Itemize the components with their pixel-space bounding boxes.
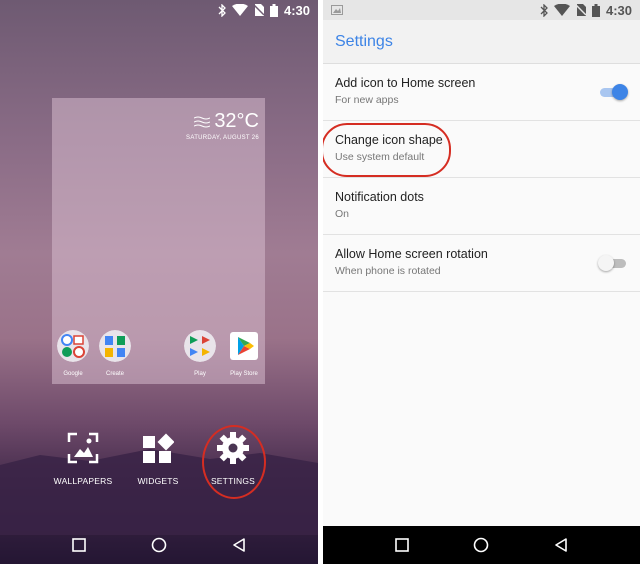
status-bar: 4:30 [0, 0, 318, 20]
setting-title: Notification dots [335, 190, 424, 204]
setting-add-icon-to-home-screen[interactable]: Add icon to Home screen For new apps [323, 64, 640, 121]
image-notification-icon [331, 5, 343, 15]
change-icon-shape-highlight-ring [323, 123, 451, 177]
app-play-folder[interactable]: Play [180, 330, 220, 377]
status-bar: 4:30 [323, 0, 640, 20]
app-bar: Settings [323, 20, 640, 64]
weather-date: SATURDAY, AUGUST 26 [186, 135, 259, 141]
recents-icon[interactable] [72, 538, 87, 552]
app-play-store[interactable]: Play Store [224, 330, 264, 377]
bluetooth-icon [540, 3, 548, 17]
widgets-label: WIDGETS [137, 476, 179, 486]
bluetooth-icon [218, 3, 226, 17]
no-sim-icon [575, 4, 586, 16]
status-time: 4:30 [283, 2, 310, 18]
wifi-icon [231, 4, 248, 16]
settings-list: Add icon to Home screen For new apps Cha… [323, 64, 640, 292]
home-icon[interactable] [151, 537, 167, 553]
app-label: Play [194, 371, 206, 377]
status-time: 4:30 [605, 2, 632, 18]
settings-screen: 4:30 Settings Add icon to Home screen Fo… [323, 0, 640, 564]
settings-highlight-ring [202, 425, 266, 499]
app-create-folder[interactable]: Create [95, 330, 135, 377]
battery-icon [591, 3, 600, 17]
setting-title: Allow Home screen rotation [335, 247, 488, 261]
battery-icon [269, 3, 278, 17]
weather-temperature: 32°C [214, 110, 259, 132]
weather-widget[interactable]: 32°C SATURDAY, AUGUST 26 [186, 110, 259, 141]
setting-allow-home-screen-rotation[interactable]: Allow Home screen rotation When phone is… [323, 235, 640, 292]
home-screen-rotation-toggle[interactable] [598, 255, 626, 271]
navigation-bar [323, 526, 640, 564]
setting-subtitle: When phone is rotated [335, 265, 441, 277]
setting-change-icon-shape[interactable]: Change icon shape Use system default [323, 121, 640, 178]
app-label: Google [63, 371, 83, 377]
app-label: Create [105, 371, 124, 377]
wifi-icon [553, 4, 570, 16]
setting-title: Add icon to Home screen [335, 76, 476, 90]
setting-notification-dots[interactable]: Notification dots On [323, 178, 640, 235]
create-folder-icon [99, 330, 131, 362]
widgets-icon [143, 433, 174, 463]
home-screen-preview[interactable]: 32°C SATURDAY, AUGUST 26 Google Create P… [52, 98, 265, 384]
google-folder-icon [57, 330, 89, 362]
setting-subtitle: On [335, 208, 350, 220]
app-label: Play Store [230, 371, 258, 377]
navigation-bar [0, 526, 318, 564]
no-sim-icon [253, 4, 264, 16]
app-google-folder[interactable]: Google [53, 330, 93, 377]
wallpapers-button[interactable]: WALLPAPERS [43, 432, 123, 486]
back-icon[interactable] [232, 538, 246, 552]
add-icon-toggle[interactable] [600, 84, 628, 100]
widgets-button[interactable]: WIDGETS [118, 432, 198, 486]
back-icon[interactable] [554, 538, 568, 552]
home-screen-overview: 4:30 32°C SATURDAY, AUGUST 26 Google Cre… [0, 0, 318, 564]
haze-icon [194, 116, 211, 127]
toggle-thumb [612, 84, 628, 100]
wallpaper-icon [67, 432, 99, 464]
setting-subtitle: For new apps [335, 94, 399, 106]
play-store-icon [230, 332, 258, 360]
page-title: Settings [335, 32, 393, 50]
play-folder-icon [184, 330, 216, 362]
recents-icon[interactable] [395, 538, 409, 552]
toggle-thumb [598, 255, 614, 271]
home-icon[interactable] [473, 537, 489, 553]
wallpapers-label: WALLPAPERS [53, 476, 113, 486]
